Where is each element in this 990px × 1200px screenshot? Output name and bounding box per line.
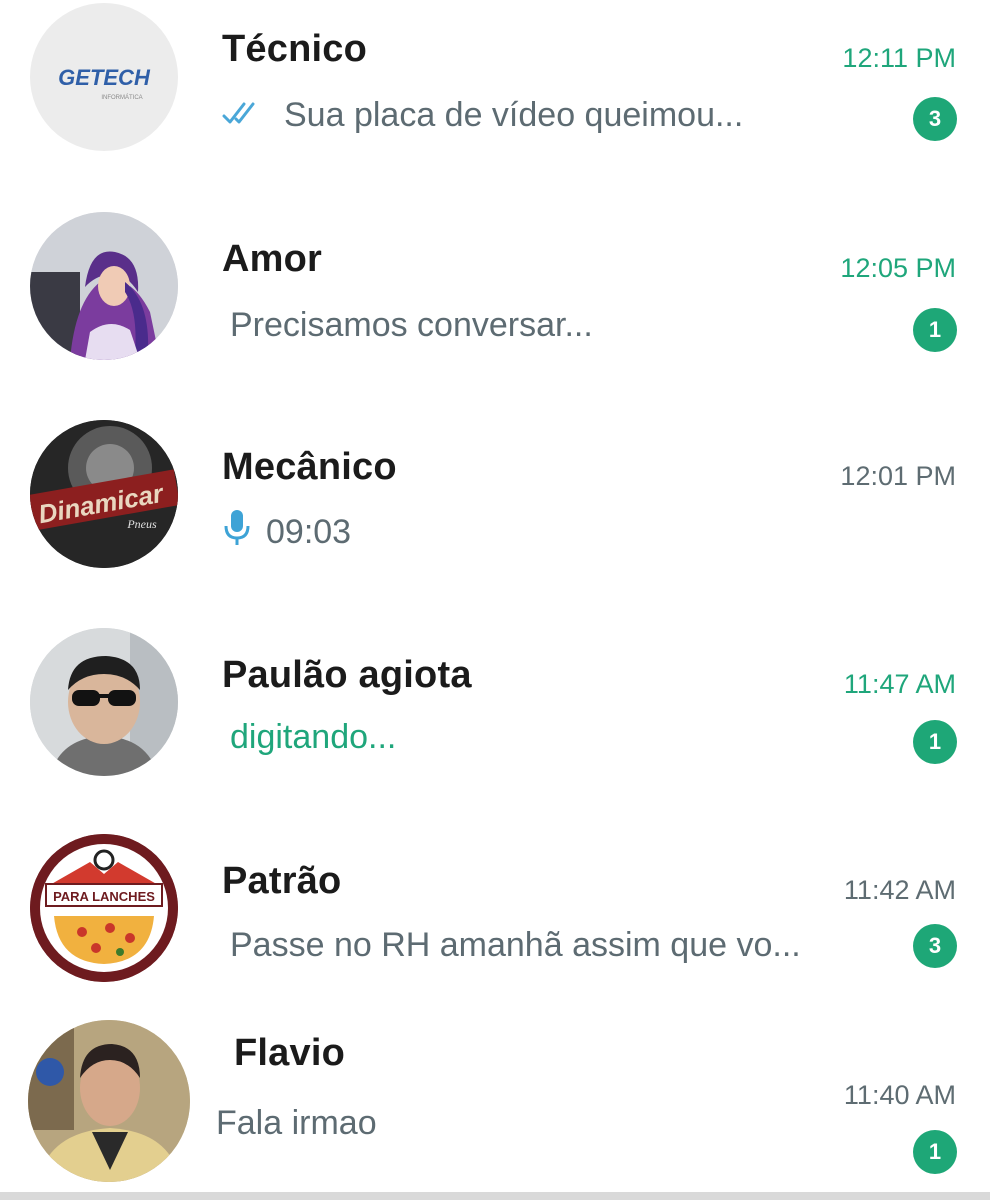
- avatar-photo-man: [28, 1020, 190, 1182]
- logo-subtext: Pneus: [126, 517, 157, 531]
- message-preview: 09:03: [222, 508, 351, 557]
- message-preview: Precisamos conversar...: [230, 306, 593, 345]
- message-preview: Passe no RH amanhã assim que vo...: [230, 926, 801, 965]
- preview-text: Precisamos conversar...: [230, 306, 593, 344]
- typing-indicator: digitando...: [230, 718, 396, 757]
- message-time: 11:42 AM: [843, 875, 956, 905]
- chat-row-flavio[interactable]: Flavio 11:40 AM Fala irmao 1: [0, 1016, 990, 1192]
- avatar-photo-man-sunglasses: [30, 628, 178, 776]
- chat-row-tecnico[interactable]: GETECH INFORMÁTICA Técnico 12:11 PM Sua …: [0, 0, 990, 206]
- chat-row-amor[interactable]: Amor 12:05 PM Precisamos conversar... 1: [0, 208, 990, 414]
- voice-duration: 09:03: [266, 513, 352, 551]
- preview-text: Fala irmao: [216, 1104, 377, 1142]
- chat-row-patrao[interactable]: PARA LANCHES Patrão 11:42 AM Passe no RH…: [0, 832, 990, 1038]
- message-time: 12:05 PM: [840, 253, 956, 283]
- message-time: 12:01 PM: [840, 461, 956, 491]
- message-time: 11:47 AM: [843, 669, 956, 699]
- unread-badge: 1: [913, 720, 957, 764]
- message-time: 11:40 AM: [843, 1080, 956, 1110]
- double-check-icon: [222, 96, 264, 135]
- unread-badge: 3: [913, 924, 957, 968]
- avatar-photo-woman: [30, 212, 178, 360]
- contact-name: Mecânico: [222, 446, 397, 488]
- avatar-getech-logo: GETECH INFORMÁTICA: [30, 3, 178, 151]
- contact-name: Patrão: [222, 860, 342, 902]
- preview-text: digitando...: [230, 718, 397, 756]
- unread-badge: 1: [913, 308, 957, 352]
- chat-row-paulao-agiota[interactable]: Paulão agiota 11:47 AM digitando... 1: [0, 624, 990, 830]
- chat-row-mecanico[interactable]: Dinamicar Pneus Mecânico 12:01 PM 09:03: [0, 416, 990, 622]
- contact-name: Flavio: [234, 1032, 346, 1074]
- bottom-divider: [0, 1192, 990, 1200]
- message-time: 12:11 PM: [842, 43, 956, 73]
- message-preview: Fala irmao: [216, 1104, 377, 1143]
- logo-subtext: INFORMÁTICA: [101, 94, 142, 101]
- contact-name: Paulão agiota: [222, 654, 472, 696]
- avatar-dinamicar-logo: Dinamicar Pneus: [30, 420, 178, 568]
- preview-text: Passe no RH amanhã assim que vo...: [230, 926, 801, 964]
- microphone-icon: [222, 508, 252, 557]
- unread-badge: 1: [913, 1130, 957, 1174]
- preview-text: Sua placa de vídeo queimou...: [284, 96, 744, 134]
- logo-text: GETECH: [58, 65, 151, 90]
- unread-badge: 3: [913, 97, 957, 141]
- logo-text: PARA LANCHES: [53, 889, 155, 904]
- message-preview: Sua placa de vídeo queimou...: [222, 96, 743, 135]
- avatar-para-lanches-logo: PARA LANCHES: [30, 834, 178, 982]
- contact-name: Técnico: [222, 28, 367, 70]
- contact-name: Amor: [222, 238, 323, 280]
